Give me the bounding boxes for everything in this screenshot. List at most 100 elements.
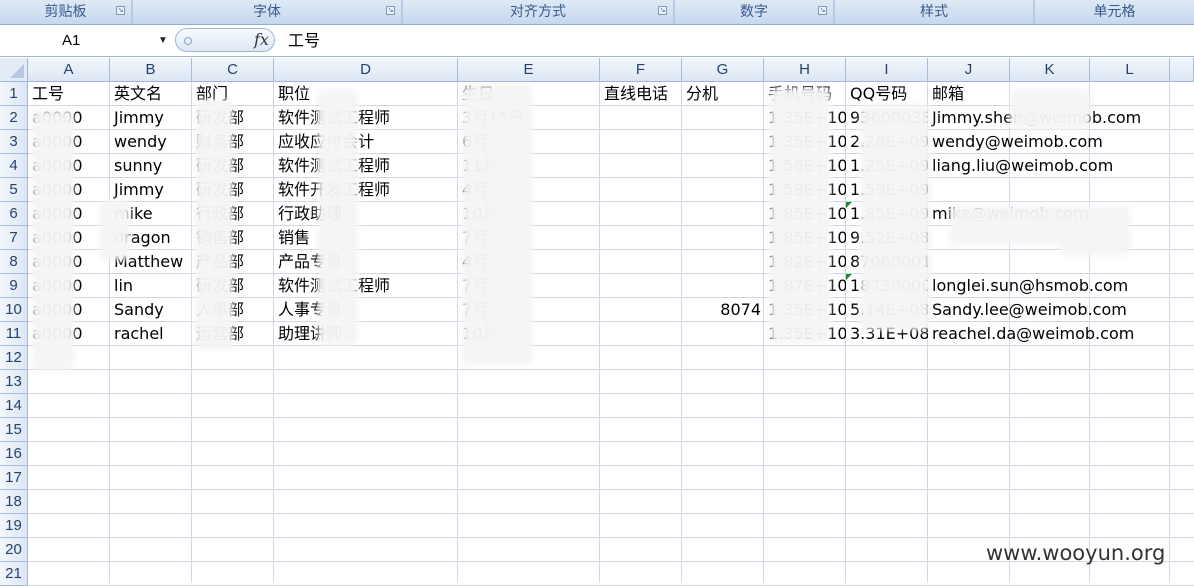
cell-I1[interactable]: QQ号码	[847, 82, 928, 106]
error-indicator-icon[interactable]	[846, 274, 852, 280]
cell-D6[interactable]: 行政助理	[275, 202, 458, 226]
column-header-K[interactable]: K	[1010, 58, 1090, 82]
row-header[interactable]: 7	[0, 226, 28, 250]
privacy-blur	[195, 100, 233, 350]
column-header-B[interactable]: B	[110, 58, 192, 82]
column-header-C[interactable]: C	[192, 58, 274, 82]
gridline	[1169, 82, 1170, 583]
row-header[interactable]: 10	[0, 298, 28, 322]
dialog-launcher-icon[interactable]: ↘	[116, 6, 125, 15]
column-header-L[interactable]: L	[1090, 58, 1170, 82]
select-all-button[interactable]	[0, 58, 28, 82]
gridline	[28, 369, 1194, 370]
column-header-F[interactable]: F	[600, 58, 682, 82]
cell-B5[interactable]: Jimmy	[111, 178, 192, 202]
ribbon-group-font[interactable]: 字体 ↘	[133, 0, 403, 24]
ribbon-group-styles[interactable]: 样式	[835, 0, 1035, 24]
cell-B2[interactable]: Jimmy	[111, 106, 192, 130]
gridline	[28, 417, 1194, 418]
row-header[interactable]: 18	[0, 490, 28, 514]
cell-D9[interactable]: 软件测试工程师	[275, 274, 458, 298]
gridline	[28, 393, 1194, 394]
cell-F1[interactable]: 直线电话	[601, 82, 682, 106]
cell-A1[interactable]: 工号	[29, 82, 110, 106]
cell-D3[interactable]: 应收应付会计	[275, 130, 458, 154]
privacy-blur	[1010, 90, 1090, 130]
ribbon-group-label: 数字	[740, 4, 768, 20]
privacy-blur	[490, 120, 530, 360]
cell-D5[interactable]: 软件开发工程师	[275, 178, 458, 202]
privacy-blur	[32, 110, 74, 370]
watermark: www.wooyun.org	[986, 541, 1166, 565]
column-header-D[interactable]: D	[274, 58, 458, 82]
row-header[interactable]: 21	[0, 562, 28, 586]
cell-B3[interactable]: wendy	[111, 130, 192, 154]
row-header[interactable]: 6	[0, 202, 28, 226]
ribbon-group-label: 单元格	[1093, 4, 1136, 20]
cell-G10[interactable]: 8074	[683, 298, 764, 322]
cell-D10[interactable]: 人事专员	[275, 298, 458, 322]
row-header[interactable]: 1	[0, 82, 28, 106]
column-header-H[interactable]: H	[764, 58, 846, 82]
cell-J10[interactable]: Sandy.lee@weimob.com	[929, 298, 1169, 322]
ribbon-group-clipboard[interactable]: 剪贴板 ↘	[0, 0, 133, 24]
cell-D8[interactable]: 产品专员	[275, 250, 458, 274]
row-header[interactable]: 5	[0, 178, 28, 202]
cell-B1[interactable]: 英文名	[111, 82, 192, 106]
row-header[interactable]: 9	[0, 274, 28, 298]
cell-D2[interactable]: 软件测试工程师	[275, 106, 458, 130]
row-header[interactable]: 12	[0, 346, 28, 370]
row-header[interactable]: 13	[0, 370, 28, 394]
cell-B10[interactable]: Sandy	[111, 298, 192, 322]
ribbon-group-label: 剪贴板	[44, 4, 87, 20]
cell-D1[interactable]: 职位	[275, 82, 458, 106]
ribbon-group-cells[interactable]: 单元格	[1035, 0, 1194, 24]
row-header[interactable]: 2	[0, 106, 28, 130]
gridline	[28, 489, 1194, 490]
column-header-I[interactable]: I	[846, 58, 928, 82]
cell-B9[interactable]: lin	[111, 274, 192, 298]
gridline	[681, 82, 682, 583]
row-header[interactable]: 16	[0, 442, 28, 466]
row-header[interactable]: 4	[0, 154, 28, 178]
formula-bar: A1 ▼ fx 工号	[0, 25, 1194, 57]
cell-J9[interactable]: longlei.sun@hsmob.com	[929, 274, 1169, 298]
row-header[interactable]: 14	[0, 394, 28, 418]
ribbon-group-alignment[interactable]: 对齐方式 ↘	[403, 0, 675, 24]
dialog-launcher-icon[interactable]: ↘	[386, 6, 395, 15]
row-header[interactable]: 19	[0, 514, 28, 538]
dialog-launcher-icon[interactable]: ↘	[658, 6, 667, 15]
dialog-launcher-icon[interactable]: ↘	[818, 6, 827, 15]
cell-D11[interactable]: 助理讲师	[275, 322, 458, 346]
insert-function-icon[interactable]: fx	[254, 30, 269, 49]
cell-D4[interactable]: 软件测试工程师	[275, 154, 458, 178]
cell-B11[interactable]: rachel	[111, 322, 192, 346]
column-header-A[interactable]: A	[28, 58, 110, 82]
row-header[interactable]: 17	[0, 466, 28, 490]
formula-tools: fx	[175, 28, 275, 52]
privacy-blur	[318, 90, 358, 345]
resize-handle-icon[interactable]	[184, 37, 192, 45]
name-box-value: A1	[62, 32, 81, 49]
formula-input[interactable]: 工号	[288, 29, 320, 53]
cell-D7[interactable]: 销售	[275, 226, 458, 250]
gridline	[28, 465, 1194, 466]
cell-G1[interactable]: 分机	[683, 82, 764, 106]
name-box[interactable]: A1 ▼	[0, 29, 172, 53]
ribbon-group-number[interactable]: 数字 ↘	[675, 0, 835, 24]
cell-B4[interactable]: sunny	[111, 154, 192, 178]
row-header[interactable]: 20	[0, 538, 28, 562]
row-header[interactable]: 3	[0, 130, 28, 154]
error-indicator-icon[interactable]	[846, 202, 852, 208]
column-header-E[interactable]: E	[458, 58, 600, 82]
cell-J11[interactable]: reachel.da@weimob.com	[929, 322, 1169, 346]
cell-J4[interactable]: liang.liu@weimob.com	[929, 154, 1169, 178]
row-header[interactable]: 8	[0, 250, 28, 274]
chevron-down-icon[interactable]: ▼	[158, 29, 168, 53]
row-header[interactable]: 15	[0, 418, 28, 442]
row-header[interactable]: 11	[0, 322, 28, 346]
ribbon-group-label: 字体	[253, 4, 281, 20]
column-header-J[interactable]: J	[928, 58, 1010, 82]
cell-J3[interactable]: wendy@weimob.com	[929, 130, 1169, 154]
column-header-G[interactable]: G	[682, 58, 764, 82]
